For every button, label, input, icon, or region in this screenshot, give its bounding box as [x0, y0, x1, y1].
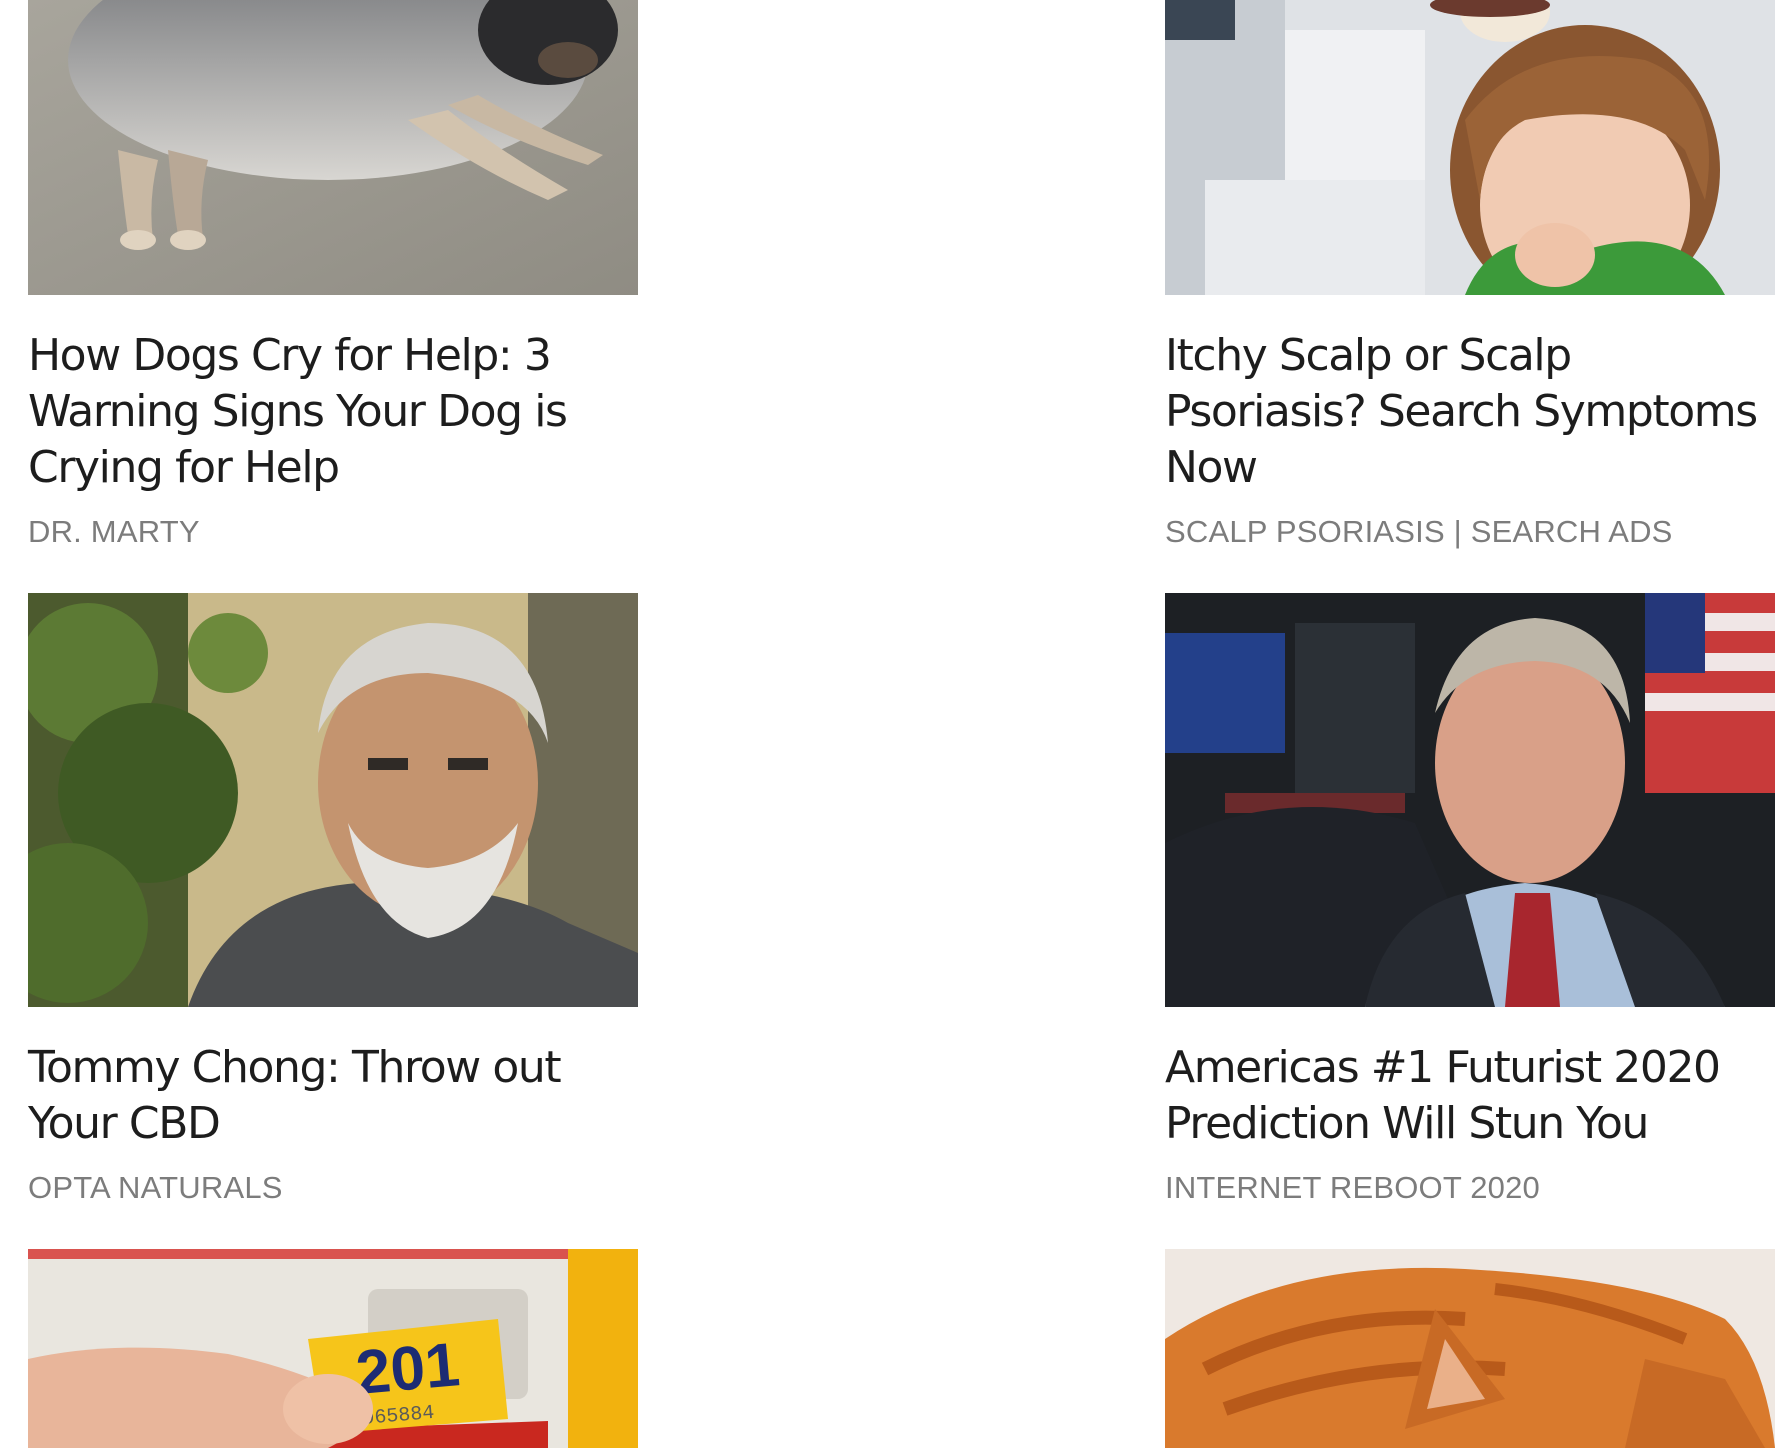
card-thumbnail-scalp[interactable] [1165, 0, 1775, 295]
child-image [1165, 0, 1775, 295]
card-headline[interactable]: How Dogs Cry for Help: 3 Warning Signs Y… [28, 328, 638, 496]
card-source[interactable]: INTERNET REBOOT 2020 [1165, 1170, 1775, 1206]
sponsored-content-feed: How Dogs Cry for Help: 3 Warning Signs Y… [0, 0, 1790, 1448]
card-headline[interactable]: Americas #1 Futurist 2020 Prediction Wil… [1165, 1040, 1775, 1152]
orange-cat-image [1165, 1249, 1775, 1448]
card-source[interactable]: DR. MARTY [28, 514, 638, 550]
card-thumbnail-dog[interactable] [28, 0, 638, 295]
card-headline[interactable]: Tommy Chong: Throw out Your CBD [28, 1040, 638, 1152]
card-thumbnail-license-plate[interactable]: 201 965884 [28, 1249, 638, 1448]
card-thumbnail-cbd[interactable] [28, 593, 638, 1007]
card-thumbnail-cat[interactable] [1165, 1249, 1775, 1448]
card-thumbnail-futurist[interactable] [1165, 593, 1775, 1007]
card-source[interactable]: SCALP PSORIASIS | SEARCH ADS [1165, 514, 1775, 550]
man-outdoors-image [28, 593, 638, 1007]
dog-image [28, 0, 638, 295]
license-plate-image: 201 965884 [28, 1249, 638, 1448]
card-source[interactable]: OPTA NATURALS [28, 1170, 638, 1206]
card-headline[interactable]: Itchy Scalp or Scalp Psoriasis? Search S… [1165, 328, 1775, 496]
man-in-suit-image [1165, 593, 1775, 1007]
